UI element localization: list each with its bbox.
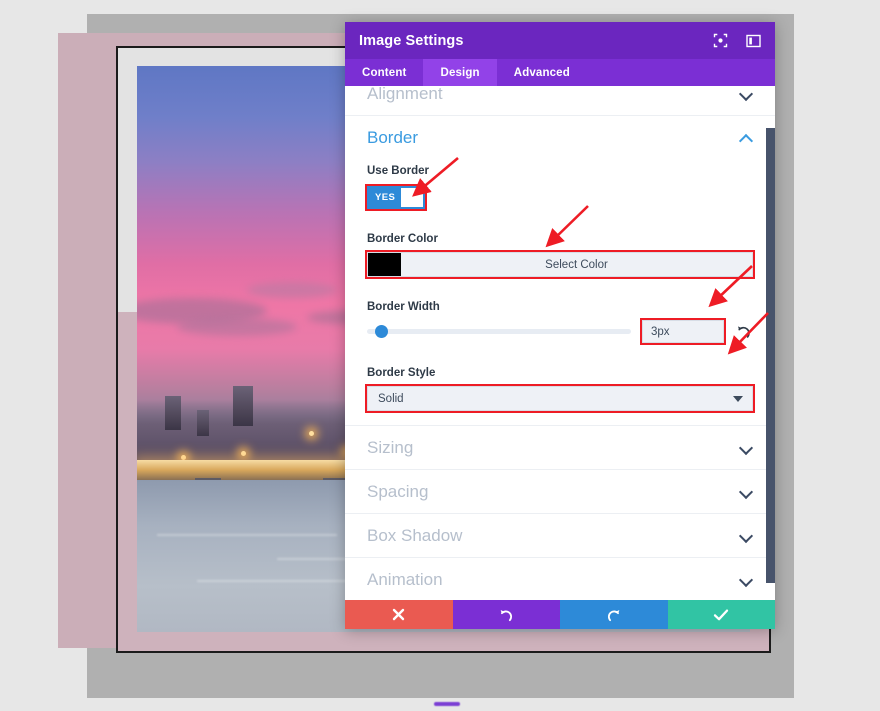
section-sizing[interactable]: Sizing [345, 426, 775, 470]
section-alignment[interactable]: Alignment [345, 86, 775, 116]
section-spacing[interactable]: Spacing [345, 470, 775, 514]
border-color-picker[interactable]: Select Color [365, 250, 755, 279]
redo-icon [607, 609, 620, 621]
section-animation-label: Animation [367, 569, 443, 589]
chevron-down-icon [740, 441, 753, 454]
section-animation[interactable]: Animation [345, 558, 775, 600]
section-animation-header[interactable]: Animation [367, 558, 753, 600]
border-width-row [367, 318, 753, 345]
section-border-header[interactable]: Border [367, 116, 753, 159]
border-width-input[interactable] [640, 318, 726, 345]
tab-design[interactable]: Design [423, 59, 497, 86]
section-box-shadow[interactable]: Box Shadow [345, 514, 775, 558]
focus-icon[interactable] [713, 33, 728, 48]
slider-handle[interactable] [375, 325, 388, 338]
section-sizing-header[interactable]: Sizing [367, 426, 753, 469]
border-style-label: Border Style [367, 367, 436, 379]
field-border-width: Border Width [367, 297, 753, 347]
section-border-label: Border [367, 127, 419, 147]
border-width-label: Border Width [367, 301, 440, 313]
border-style-select[interactable]: Solid [365, 384, 755, 413]
section-spacing-label: Spacing [367, 481, 429, 501]
reset-icon[interactable] [735, 323, 753, 341]
cancel-button[interactable] [345, 600, 453, 629]
border-style-value: Solid [378, 392, 404, 405]
modal-footer [345, 600, 775, 629]
tab-content[interactable]: Content [345, 59, 423, 86]
modal-header: Image Settings [345, 22, 775, 59]
chevron-up-icon [740, 131, 753, 144]
use-border-toggle-value: YES [375, 192, 396, 203]
field-border-style: Border Style Solid [365, 363, 755, 425]
modal-body: Alignment Border Use Border YES Border C… [345, 86, 775, 600]
undo-icon [500, 609, 513, 621]
border-color-label: Border Color [367, 233, 438, 245]
section-box-shadow-label: Box Shadow [367, 525, 463, 545]
modal-tabs: Content Design Advanced [345, 59, 775, 86]
redo-button[interactable] [560, 600, 668, 629]
field-use-border: Use Border YES [365, 161, 753, 213]
color-swatch [368, 253, 401, 276]
chevron-down-icon [740, 485, 753, 498]
tab-advanced[interactable]: Advanced [497, 59, 587, 86]
modal-title: Image Settings [359, 32, 464, 49]
chevron-down-icon [733, 395, 743, 402]
field-border-color: Border Color Select Color [365, 229, 755, 281]
scrollbar-thumb[interactable] [766, 128, 775, 583]
section-border: Border Use Border YES Border Color Selec… [345, 116, 775, 426]
page-bottom-indicator [434, 702, 460, 706]
modal-scrollbar[interactable] [766, 86, 775, 600]
toggle-knob [401, 188, 423, 207]
section-spacing-header[interactable]: Spacing [367, 470, 753, 513]
use-border-label: Use Border [367, 165, 429, 177]
chevron-down-icon [740, 529, 753, 542]
section-alignment-header[interactable]: Alignment [367, 86, 753, 115]
image-settings-modal: Image Settings Content Design Advanced A… [345, 22, 775, 629]
screen: Image Settings Content Design Advanced A… [0, 0, 880, 711]
chevron-down-icon [740, 87, 753, 100]
chevron-down-icon [740, 573, 753, 586]
undo-button[interactable] [452, 600, 560, 629]
check-icon [714, 608, 729, 620]
header-icon-group [713, 33, 761, 48]
section-box-shadow-header[interactable]: Box Shadow [367, 514, 753, 557]
layout-panel-icon[interactable] [746, 34, 761, 48]
save-button[interactable] [667, 600, 775, 629]
close-icon [393, 608, 405, 621]
select-color-label: Select Color [545, 258, 608, 271]
section-sizing-label: Sizing [367, 437, 414, 457]
section-alignment-label: Alignment [367, 86, 443, 103]
use-border-toggle[interactable]: YES [365, 184, 427, 211]
border-width-slider[interactable] [367, 325, 631, 338]
